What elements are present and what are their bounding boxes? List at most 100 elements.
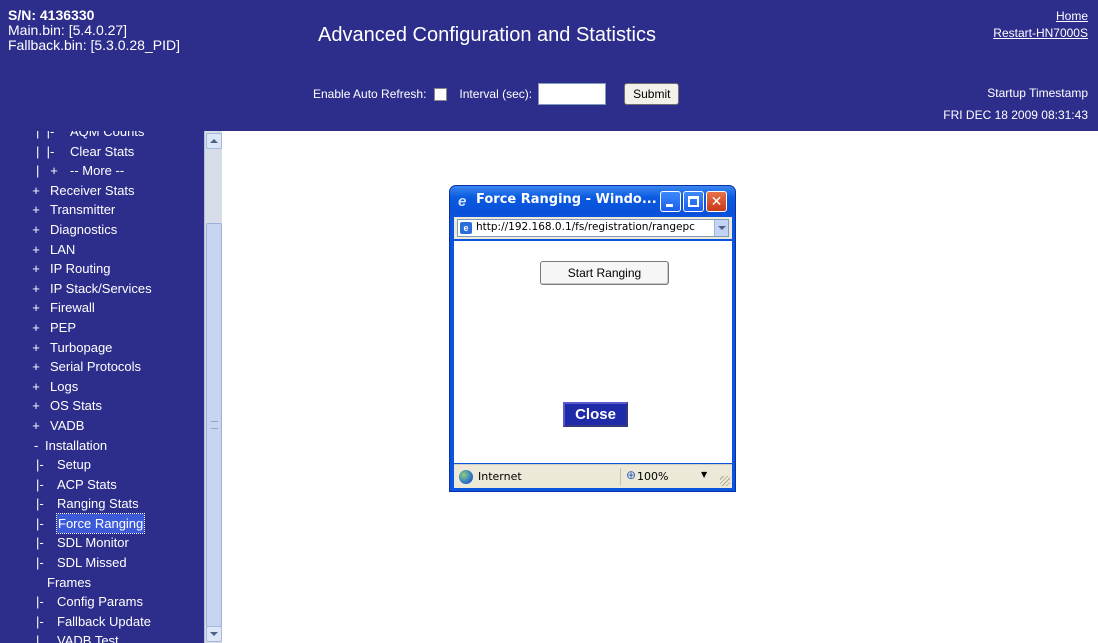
address-dropdown-button[interactable] (714, 220, 728, 236)
sidebar-item-os-stats[interactable]: + OS Stats (0, 396, 204, 416)
sidebar-item-serial-protocols[interactable]: + Serial Protocols (0, 357, 204, 377)
force-ranging-popup-window: e Force Ranging - Windo... ✕ e http://19… (449, 185, 736, 492)
restart-link[interactable]: Restart-HN7000S (993, 25, 1088, 42)
address-url: http://192.168.0.1/fs/registration/range… (476, 221, 695, 233)
sidebar-item-more[interactable]: | + -- More -- (0, 161, 204, 181)
startup-timestamp-value: FRI DEC 18 2009 08:31:43 (943, 108, 1088, 122)
sidebar-item-label-selected: Force Ranging (55, 512, 146, 535)
sidebar-item-receiver-stats[interactable]: + Receiver Stats (0, 181, 204, 201)
interval-input[interactable] (538, 83, 607, 105)
sidebar-item-fallback-update[interactable]: |- Fallback Update (0, 612, 204, 632)
tree-branch-glyph: |- (36, 613, 44, 629)
sidebar-item-ip-routing[interactable]: + IP Routing (0, 259, 204, 279)
sidebar-item-aqm-counts[interactable]: | |- AQM Counts (0, 131, 204, 142)
zoom-level[interactable]: 100% (637, 470, 668, 483)
scrollbar-thumb[interactable] (206, 223, 222, 627)
resize-grip-icon[interactable] (720, 476, 730, 486)
maximize-button[interactable] (683, 191, 704, 212)
zoom-dropdown-icon[interactable]: ▼ (701, 470, 707, 479)
sidebar-item-label: VADB (50, 417, 85, 433)
sidebar-item-sdl-missed-frames[interactable]: |- SDL Missed (0, 553, 204, 573)
expand-plus-icon: + (32, 261, 40, 277)
page-icon: e (460, 222, 472, 234)
sidebar-item-label: Clear Stats (70, 143, 135, 159)
address-bar: e http://192.168.0.1/fs/registration/ran… (454, 217, 732, 239)
globe-icon (459, 470, 473, 484)
popup-title: Force Ranging - Windo... (476, 192, 657, 207)
sidebar-item-clear-stats[interactable]: | |- Clear Stats (0, 142, 204, 162)
sidebar-item-label: Fallback Update (57, 613, 151, 629)
sidebar-item-label: OS Stats (50, 398, 103, 414)
sidebar-item-label: SDL Monitor (57, 535, 129, 551)
device-info: S/N: 4136330 Main.bin: [5.4.0.27] Fallba… (8, 8, 180, 53)
tree-branch-glyph: |- (36, 594, 44, 610)
scroll-up-button[interactable] (206, 133, 222, 149)
minimize-button[interactable] (660, 191, 681, 212)
sidebar-item-ip-stack-services[interactable]: + IP Stack/Services (0, 279, 204, 299)
sidebar-nav-tree: | |- AQM Counts | |- Clear Stats | + -- … (0, 131, 204, 643)
sidebar-item-config-params[interactable]: |- Config Params (0, 592, 204, 612)
expand-plus-icon: + (32, 241, 40, 257)
popup-content: Start Ranging Close (454, 241, 732, 463)
interval-label: Interval (sec): (459, 87, 533, 101)
tree-branch-glyph: |- (36, 555, 44, 571)
sidebar-scrollbar[interactable] (204, 131, 222, 643)
address-field[interactable]: e http://192.168.0.1/fs/registration/ran… (457, 219, 729, 237)
sidebar-item-vadb[interactable]: + VADB (0, 416, 204, 436)
sidebar-item-setup[interactable]: |- Setup (0, 455, 204, 475)
tree-branch-glyph: | |- (36, 131, 55, 139)
sidebar-item-firewall[interactable]: + Firewall (0, 298, 204, 318)
popup-title-bar[interactable]: e Force Ranging - Windo... ✕ (450, 186, 735, 215)
sidebar-item-label: Installation (45, 437, 108, 453)
expand-plus-icon: + (32, 300, 40, 316)
sidebar-item-sdl-monitor[interactable]: |- SDL Monitor (0, 533, 204, 553)
tree-pipe-glyph: | (36, 633, 40, 643)
startup-timestamp-label: Startup Timestamp (987, 86, 1088, 100)
sidebar-item-diagnostics[interactable]: + Diagnostics (0, 220, 204, 240)
fallback-bin-version: Fallback.bin: [5.3.0.28_PID] (8, 37, 180, 53)
zoom-icon[interactable]: ⊕ (626, 468, 636, 482)
sidebar-item-force-ranging[interactable]: |- Force Ranging (0, 512, 204, 535)
security-zone: Internet (478, 470, 522, 483)
tree-branch-glyph: |- (36, 457, 44, 473)
home-link[interactable]: Home (993, 8, 1088, 25)
sidebar-item-label: -- More -- (70, 163, 125, 179)
sidebar-item-label: AQM Counts (70, 131, 145, 139)
sidebar-item-lan[interactable]: + LAN (0, 240, 204, 260)
sidebar-item-installation[interactable]: - Installation (0, 436, 204, 456)
sidebar-item-pep[interactable]: + PEP (0, 318, 204, 338)
submit-button[interactable]: Submit (624, 83, 680, 105)
sidebar-item-label: Ranging Stats (57, 496, 139, 512)
close-button[interactable]: Close (563, 402, 628, 427)
auto-refresh-checkbox[interactable] (434, 87, 448, 101)
tree-branch-glyph: |- (36, 515, 44, 531)
sidebar-item-label: Logs (50, 378, 79, 394)
header-bar: S/N: 4136330 Main.bin: [5.4.0.27] Fallba… (0, 0, 1098, 131)
startup-timestamp: Startup Timestamp FRI DEC 18 2009 08:31:… (943, 82, 1088, 126)
sidebar-item-label: Firewall (50, 300, 95, 316)
sidebar-item-label: Serial Protocols (50, 359, 142, 375)
sidebar-item-label: LAN (50, 241, 76, 257)
scroll-down-button[interactable] (206, 626, 222, 642)
sidebar-item-ranging-stats[interactable]: |- Ranging Stats (0, 494, 204, 514)
sidebar-item-label: Config Params (57, 594, 143, 610)
sidebar-item-vadb-test[interactable]: | VADB Test (0, 631, 204, 643)
expand-plus-icon: + (32, 359, 40, 375)
page-title: Advanced Configuration and Statistics (318, 24, 656, 46)
sidebar-item-logs[interactable]: + Logs (0, 377, 204, 397)
chevron-down-icon (210, 632, 218, 636)
sidebar-item-label: Diagnostics (50, 221, 118, 237)
expand-plus-icon: + (32, 182, 40, 198)
tree-branch-glyph: |- (36, 496, 44, 512)
sidebar-item-sdl-missed-frames-cont[interactable]: Frames (0, 573, 204, 593)
sidebar-item-acp-stats[interactable]: |- ACP Stats (0, 475, 204, 495)
tree-branch-glyph: |- (36, 535, 44, 551)
expand-plus-icon: + (32, 378, 40, 394)
sidebar-item-label: PEP (50, 319, 77, 335)
start-ranging-button[interactable]: Start Ranging (540, 261, 669, 285)
chevron-up-icon (210, 139, 218, 143)
collapse-minus-icon: - (34, 437, 39, 453)
window-close-button[interactable]: ✕ (706, 191, 727, 212)
sidebar-item-turbopage[interactable]: + Turbopage (0, 338, 204, 358)
sidebar-item-transmitter[interactable]: + Transmitter (0, 200, 204, 220)
